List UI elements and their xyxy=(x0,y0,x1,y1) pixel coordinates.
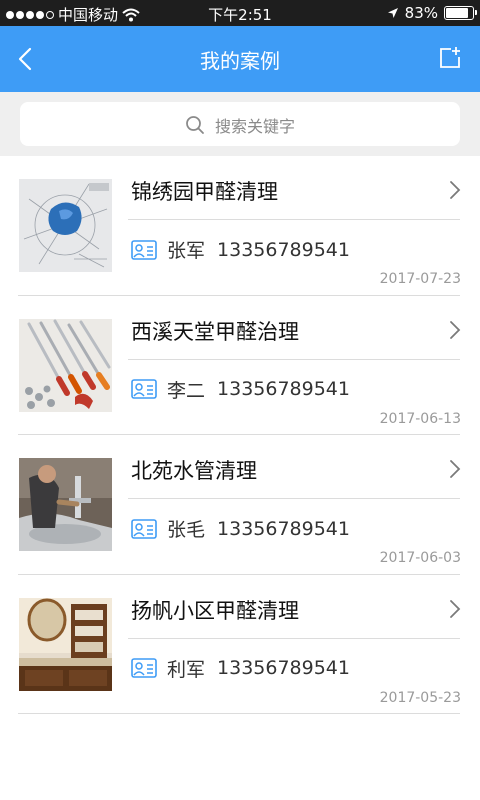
case-item[interactable]: 扬帆小区甲醛清理 利军 13356789541 2017-05-23 xyxy=(0,575,480,714)
contact-card-icon xyxy=(131,518,157,539)
chevron-right-icon xyxy=(450,320,461,339)
add-case-icon[interactable] xyxy=(438,46,462,70)
chevron-right-icon xyxy=(450,181,461,199)
battery-percent: 83% xyxy=(404,4,438,22)
case-thumbnail xyxy=(19,597,112,691)
contact-card-icon xyxy=(131,239,157,260)
contact-name: 李二 xyxy=(167,379,206,402)
case-item[interactable]: 锦绣园甲醛清理 张军 13356789541 2017-07-23 xyxy=(0,156,480,296)
battery-icon xyxy=(444,6,477,20)
search-bar-area: 搜索关键字 xyxy=(0,92,480,156)
search-icon xyxy=(186,116,204,134)
item-divider xyxy=(128,637,460,639)
status-right: 83% xyxy=(387,4,477,22)
case-thumbnail xyxy=(19,318,112,412)
case-contact: 张毛 13356789541 xyxy=(131,515,350,542)
case-title: 锦绣园甲醛清理 xyxy=(131,180,278,204)
case-thumbnail xyxy=(19,179,112,272)
case-title: 扬帆小区甲醛清理 xyxy=(131,598,299,623)
case-date: 2017-06-13 xyxy=(379,410,461,427)
search-input[interactable]: 搜索关键字 xyxy=(20,102,460,146)
status-bar: 中国移动 下午2:51 83% xyxy=(0,0,480,26)
case-title: 北苑水管清理 xyxy=(131,459,257,483)
chevron-right-icon xyxy=(450,599,461,618)
contact-card-icon xyxy=(131,379,157,399)
contact-phone: 13356789541 xyxy=(217,517,350,540)
case-list: 锦绣园甲醛清理 张军 13356789541 2017-07-23 西溪天堂甲醛… xyxy=(0,156,480,714)
contact-phone: 13356789541 xyxy=(217,657,350,679)
item-divider xyxy=(128,358,460,360)
item-divider xyxy=(128,498,460,499)
case-date: 2017-07-23 xyxy=(379,271,461,287)
contact-name: 利军 xyxy=(167,658,206,681)
location-arrow-icon xyxy=(387,8,398,18)
case-title: 西溪天堂甲醛治理 xyxy=(131,319,299,344)
case-item[interactable]: 北苑水管清理 张毛 13356789541 2017-06-03 xyxy=(0,435,480,575)
case-date: 2017-06-03 xyxy=(379,550,461,566)
case-item[interactable]: 西溪天堂甲醛治理 李二 13356789541 2017-06-13 xyxy=(0,296,480,435)
chevron-right-icon xyxy=(450,460,461,478)
contact-name: 张毛 xyxy=(167,519,206,541)
contact-phone: 13356789541 xyxy=(217,378,350,400)
case-date: 2017-05-23 xyxy=(379,689,461,706)
item-divider xyxy=(128,219,460,220)
contact-phone: 13356789541 xyxy=(217,238,350,261)
search-placeholder: 搜索关键字 xyxy=(214,117,295,136)
case-contact: 李二 13356789541 xyxy=(131,376,350,403)
page-title: 我的案例 xyxy=(200,49,280,73)
case-thumbnail xyxy=(19,458,112,551)
case-contact: 利军 13356789541 xyxy=(131,655,350,682)
contact-name: 张军 xyxy=(167,240,206,262)
battery-fill xyxy=(446,8,468,18)
case-contact: 张军 13356789541 xyxy=(131,236,350,263)
nav-bar: 我的案例 xyxy=(0,26,480,92)
contact-card-icon xyxy=(131,658,157,678)
list-divider xyxy=(18,713,460,714)
